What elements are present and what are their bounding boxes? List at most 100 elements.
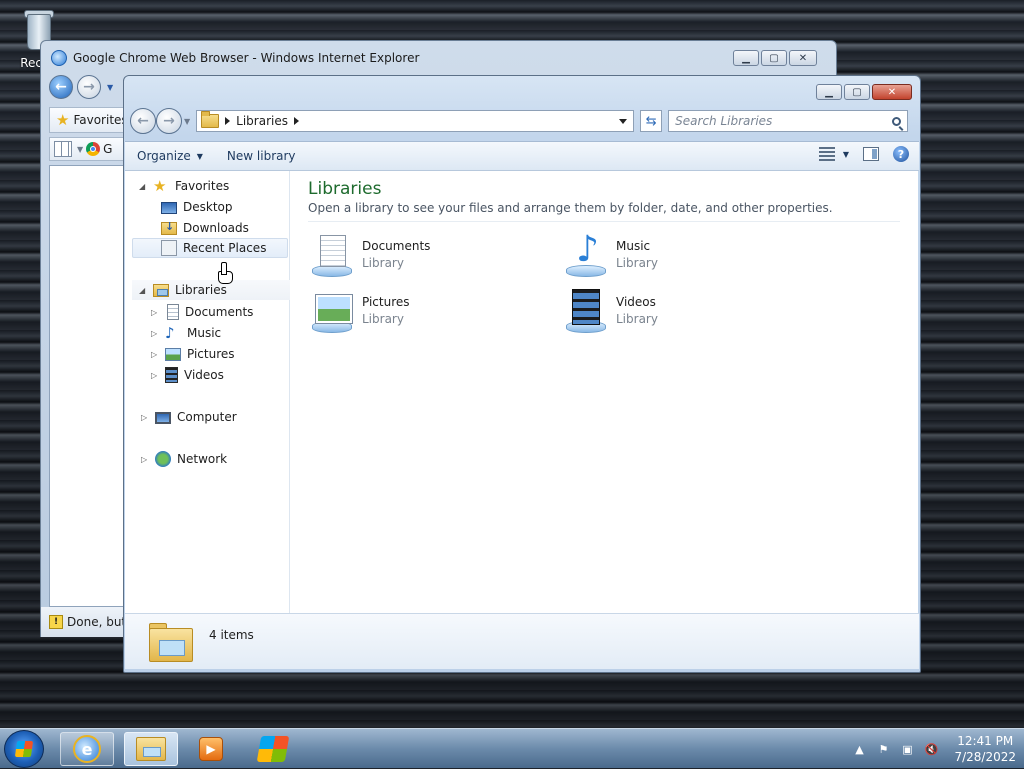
taskbar-internet-explorer[interactable]: e bbox=[60, 732, 114, 766]
nav-libraries-label: Libraries bbox=[175, 283, 227, 297]
nav-network[interactable]: ▷ Network bbox=[141, 449, 227, 469]
nav-recent-places[interactable]: Recent Places bbox=[132, 238, 288, 258]
content-pane: Libraries Open a library to see your fil… bbox=[290, 171, 918, 613]
library-item-music[interactable]: ♪ Music Library bbox=[562, 231, 658, 279]
library-kind: Library bbox=[616, 312, 658, 326]
nav-computer-label: Computer bbox=[177, 410, 237, 424]
chrome-favicon-icon bbox=[86, 142, 101, 156]
ie-maximize-button[interactable]: ▢ bbox=[761, 50, 787, 66]
nav-downloads[interactable]: Downloads bbox=[161, 218, 249, 238]
quick-tabs-icon[interactable] bbox=[54, 141, 72, 157]
explorer-window[interactable]: ▁ ▢ ✕ ← → ▼ Libraries ⇆ Search Libraries… bbox=[123, 75, 921, 673]
nav-downloads-label: Downloads bbox=[183, 221, 249, 235]
organize-label: Organize bbox=[137, 149, 191, 163]
ie-tab-bar: ▼ G bbox=[49, 137, 129, 161]
organize-button[interactable]: Organize ▼ bbox=[125, 142, 215, 170]
page-subtitle: Open a library to see your files and arr… bbox=[308, 201, 833, 215]
clock[interactable]: 12:41 PM 7/28/2022 bbox=[954, 733, 1016, 765]
library-item-videos[interactable]: Videos Library bbox=[562, 287, 658, 335]
nav-computer[interactable]: ▷ Computer bbox=[141, 407, 237, 427]
new-library-label: New library bbox=[226, 149, 296, 163]
nav-videos[interactable]: ▷ Videos bbox=[151, 365, 224, 385]
ie-tab-label[interactable]: G bbox=[103, 142, 112, 156]
videos-icon bbox=[165, 367, 178, 383]
windows-flag-icon bbox=[256, 736, 290, 762]
expand-icon[interactable]: ▷ bbox=[151, 371, 159, 380]
breadcrumb-libraries[interactable]: Libraries bbox=[236, 114, 288, 128]
action-center-flag-icon[interactable]: ⚑ bbox=[876, 742, 890, 756]
address-bar[interactable]: Libraries bbox=[196, 110, 635, 132]
ie-history-dropdown-icon[interactable]: ▼ bbox=[107, 83, 113, 92]
library-name: Music bbox=[616, 239, 651, 253]
taskbar-windows-explorer[interactable] bbox=[124, 732, 178, 766]
address-dropdown-icon[interactable] bbox=[619, 119, 628, 124]
windows-logo-icon bbox=[14, 741, 34, 757]
explorer-close-button[interactable]: ✕ bbox=[872, 84, 912, 100]
breadcrumb-arrow-icon[interactable] bbox=[293, 117, 299, 125]
search-icon[interactable] bbox=[892, 116, 902, 126]
breadcrumb-arrow-icon[interactable] bbox=[225, 117, 231, 125]
help-icon[interactable]: ? bbox=[893, 146, 909, 162]
search-box[interactable]: Search Libraries bbox=[668, 110, 909, 132]
documents-library-icon bbox=[308, 231, 356, 279]
recent-places-icon bbox=[161, 240, 177, 256]
library-item-pictures[interactable]: Pictures Library bbox=[308, 287, 410, 335]
nav-documents-label: Documents bbox=[185, 305, 254, 319]
network-tray-icon[interactable]: ▣ bbox=[900, 742, 914, 756]
explorer-minimize-button[interactable]: ▁ bbox=[816, 84, 842, 100]
recent-pages-dropdown-icon[interactable]: ▼ bbox=[184, 117, 190, 126]
taskbar-media-player[interactable]: ▶ bbox=[184, 732, 238, 766]
expand-icon[interactable]: ▷ bbox=[151, 329, 159, 338]
chevron-down-icon: ▼ bbox=[196, 151, 203, 161]
taskbar-windows-item[interactable] bbox=[246, 732, 300, 766]
ie-forward-button[interactable]: → bbox=[77, 75, 101, 99]
nav-videos-label: Videos bbox=[184, 368, 224, 382]
nav-pictures[interactable]: ▷ Pictures bbox=[151, 344, 235, 364]
windows-explorer-icon bbox=[136, 737, 166, 761]
divider bbox=[308, 221, 900, 222]
favorites-star-icon: ★ bbox=[153, 177, 167, 195]
show-hidden-icons-icon[interactable]: ▲ bbox=[852, 742, 866, 756]
expand-icon[interactable]: ▷ bbox=[151, 350, 159, 359]
downloads-icon bbox=[161, 220, 177, 235]
volume-muted-icon[interactable]: 🔇 bbox=[924, 742, 939, 756]
ie-close-button[interactable]: ✕ bbox=[789, 50, 817, 66]
internet-explorer-icon: e bbox=[73, 735, 101, 763]
ie-status-text: Done, but bbox=[67, 615, 127, 629]
explorer-back-button[interactable]: ← bbox=[130, 108, 156, 134]
library-item-documents[interactable]: Documents Library bbox=[308, 231, 430, 279]
page-title: Libraries bbox=[308, 179, 382, 199]
ie-favorites-button[interactable]: ★ Favorites bbox=[49, 107, 129, 133]
ie-minimize-button[interactable]: ▁ bbox=[733, 50, 759, 66]
tab-list-dropdown-icon[interactable]: ▼ bbox=[77, 145, 83, 154]
expand-icon[interactable]: ▷ bbox=[151, 308, 159, 317]
nav-favorites[interactable]: ◢ ★ Favorites bbox=[139, 176, 229, 196]
expand-icon[interactable]: ▷ bbox=[141, 413, 149, 422]
nav-desktop[interactable]: Desktop bbox=[161, 197, 233, 217]
explorer-maximize-button[interactable]: ▢ bbox=[844, 84, 870, 100]
views-icon bbox=[818, 147, 835, 161]
collapse-icon[interactable]: ◢ bbox=[139, 182, 147, 191]
explorer-forward-button[interactable]: → bbox=[156, 108, 182, 134]
libraries-folder-icon bbox=[201, 111, 220, 128]
nav-desktop-label: Desktop bbox=[183, 200, 233, 214]
collapse-icon[interactable]: ◢ bbox=[139, 286, 147, 295]
clock-date: 7/28/2022 bbox=[954, 750, 1016, 764]
start-button[interactable] bbox=[4, 730, 44, 768]
expand-icon[interactable]: ▷ bbox=[141, 455, 149, 464]
nav-music[interactable]: ▷ ♪ Music bbox=[151, 323, 221, 343]
ie-back-button[interactable]: ← bbox=[49, 75, 73, 99]
pictures-library-icon bbox=[308, 287, 356, 335]
search-input[interactable]: Search Libraries bbox=[675, 114, 772, 128]
chevron-down-icon: ▼ bbox=[842, 149, 849, 159]
ie-favorites-label: Favorites bbox=[73, 113, 128, 127]
nav-documents[interactable]: ▷ Documents bbox=[151, 302, 253, 322]
change-view-button[interactable]: ▼ bbox=[818, 147, 849, 161]
refresh-button[interactable]: ⇆ bbox=[640, 110, 663, 132]
computer-icon bbox=[155, 411, 171, 424]
preview-pane-icon[interactable] bbox=[863, 147, 879, 161]
library-kind: Library bbox=[362, 312, 404, 326]
nav-libraries[interactable]: ◢ Libraries bbox=[132, 280, 295, 300]
nav-recent-places-label: Recent Places bbox=[183, 241, 267, 255]
new-library-button[interactable]: New library bbox=[215, 142, 308, 170]
